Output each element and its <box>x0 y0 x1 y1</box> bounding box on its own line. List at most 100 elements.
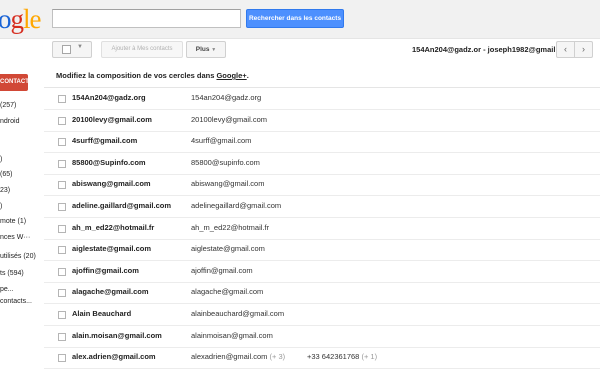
extra-emails-count: (+ 3) <box>269 352 286 362</box>
contact-email-text: abiswang@gmail.com <box>191 179 265 189</box>
contact-email-text: 85800@supinfo.com <box>191 157 260 167</box>
notice-suffix: . <box>246 71 249 80</box>
chevron-down-icon: ▼ <box>77 44 83 50</box>
contact-email: alagache@gmail.com <box>191 287 263 296</box>
contact-email-text: alainmoisan@gmail.com <box>191 330 273 340</box>
contact-name[interactable]: 154An204@gadz.org <box>72 93 146 102</box>
contact-name[interactable]: Alain Beauchard <box>72 309 131 318</box>
sidebar-item[interactable]: contacts... <box>0 298 32 305</box>
contact-row[interactable]: ajoffin@gmail.com ajoffin@gmail.com <box>44 261 600 283</box>
sidebar-item[interactable]: nces W··· <box>0 234 30 241</box>
contact-row[interactable]: 154An204@gadz.org 154an204@gadz.org <box>44 88 600 110</box>
contact-email-text: ah_m_ed22@hotmail.fr <box>191 222 270 232</box>
row-checkbox[interactable] <box>58 332 66 341</box>
account-email[interactable]: 154An204@gadz.or - joseph1982@gmail <box>412 45 555 54</box>
checkbox-icon <box>62 45 71 54</box>
row-checkbox[interactable] <box>58 138 66 147</box>
row-checkbox[interactable] <box>58 289 66 298</box>
toolbar: ▼ Ajouter à Mes contacts Plus ▼ 154An204… <box>0 38 600 62</box>
notice-text: Modifiez la composition de vos cercles d… <box>56 71 217 80</box>
contact-email-text: alainbeauchard@gmail.com <box>191 309 285 318</box>
contact-email: ajoffin@gmail.com <box>191 266 253 275</box>
contact-email-text: alagache@gmail.com <box>191 287 264 297</box>
contact-phone: +33 642361768 (+ 1) <box>307 352 377 361</box>
contact-email: 20100levy@gmail.com <box>191 115 267 124</box>
row-checkbox[interactable] <box>58 311 66 319</box>
contact-email-text: adelinegaillard@gmail.com <box>191 201 282 210</box>
sidebar-item[interactable]: mote (1) <box>0 218 26 225</box>
row-checkbox[interactable] <box>58 95 66 103</box>
contact-name[interactable]: ajoffin@gmail.com <box>72 266 139 275</box>
google-logo[interactable]: ogle <box>0 4 41 35</box>
contact-email: alainbeauchard@gmail.com <box>191 309 284 318</box>
row-checkbox[interactable] <box>58 224 66 233</box>
contact-name[interactable]: alagache@gmail.com <box>72 287 149 296</box>
contact-name[interactable]: adeline.gaillard@gmail.com <box>72 201 171 210</box>
search-input[interactable] <box>52 9 241 28</box>
row-checkbox[interactable] <box>58 246 66 255</box>
logo-letter: le <box>23 4 41 34</box>
contact-name[interactable]: abiswang@gmail.com <box>72 179 151 188</box>
logo-letter: o <box>0 4 11 34</box>
sidebar-item[interactable]: utilisés (20) <box>0 253 36 260</box>
contact-name[interactable]: 4surff@gmail.com <box>72 136 137 145</box>
contact-email: 154an204@gadz.org <box>191 93 261 102</box>
sidebar-item[interactable]: pe... <box>0 286 14 293</box>
previous-button[interactable]: ‹ <box>556 41 575 58</box>
contact-row[interactable]: 85800@Supinfo.com 85800@supinfo.com <box>44 153 600 175</box>
contact-email-text: alexadrien@gmail.com <box>191 352 268 362</box>
row-checkbox[interactable] <box>58 267 66 276</box>
contact-email-text: 154an204@gadz.org <box>191 93 262 102</box>
contact-row[interactable]: ah_m_ed22@hotmail.fr ah_m_ed22@hotmail.fr <box>44 218 600 240</box>
new-contact-button[interactable]: CONTACT <box>0 74 29 91</box>
contact-row[interactable]: alain.moisan@gmail.com alainmoisan@gmail.… <box>44 326 600 348</box>
sidebar-item[interactable]: ) <box>0 203 2 210</box>
contact-row[interactable]: alagache@gmail.com alagache@gmail.com <box>44 282 600 305</box>
contact-name[interactable]: alex.adrien@gmail.com <box>72 352 156 361</box>
contact-email: 4surff@gmail.com <box>191 136 251 145</box>
sidebar-item[interactable]: ts (594) <box>0 270 24 277</box>
contact-email-text: 20100levy@gmail.com <box>191 114 267 124</box>
contact-name[interactable]: 20100levy@gmail.com <box>72 115 152 124</box>
row-checkbox[interactable] <box>58 181 66 190</box>
next-button[interactable]: › <box>574 41 593 58</box>
contact-name[interactable]: alain.moisan@gmail.com <box>72 331 162 340</box>
contact-name[interactable]: aiglestate@gmail.com <box>72 244 151 253</box>
contact-row[interactable]: Alain Beauchard alainbeauchard@gmail.com <box>44 304 600 326</box>
search-contacts-button[interactable]: Rechercher dans les contacts <box>246 9 344 28</box>
logo-letter: g <box>10 4 24 34</box>
circles-notice: Modifiez la composition de vos cercles d… <box>56 71 249 80</box>
contact-email: abiswang@gmail.com <box>191 179 264 188</box>
sidebar-item[interactable]: ndroid <box>0 118 19 125</box>
more-button[interactable]: Plus ▼ <box>186 41 226 58</box>
contact-email: aiglestate@gmail.com <box>191 244 265 253</box>
contact-email-text: aiglestate@gmail.com <box>191 244 265 254</box>
contact-email: adelinegaillard@gmail.com <box>191 201 281 210</box>
contact-row[interactable]: 4surff@gmail.com 4surff@gmail.com <box>44 131 600 154</box>
contact-row[interactable]: abiswang@gmail.com abiswang@gmail.com <box>44 174 600 197</box>
contact-phone-text: +33 642361768 <box>307 352 360 362</box>
contact-row[interactable]: aiglestate@gmail.com aiglestate@gmail.com <box>44 239 600 262</box>
row-checkbox[interactable] <box>58 116 66 125</box>
contact-name[interactable]: ah_m_ed22@hotmail.fr <box>72 223 154 232</box>
contact-row[interactable]: 20100levy@gmail.com 20100levy@gmail.com <box>44 110 600 132</box>
sidebar-item[interactable]: (257) <box>0 102 16 109</box>
contact-name[interactable]: 85800@Supinfo.com <box>72 158 146 167</box>
google-plus-link[interactable]: Google+ <box>216 71 246 80</box>
row-checkbox[interactable] <box>58 354 66 363</box>
select-checkbox-button[interactable]: ▼ <box>52 41 92 58</box>
row-checkbox[interactable] <box>58 203 66 211</box>
add-to-my-contacts-button[interactable]: Ajouter à Mes contacts <box>101 41 183 58</box>
sidebar-item[interactable]: ) <box>0 156 2 163</box>
contact-email: 85800@supinfo.com <box>191 158 260 167</box>
contact-row[interactable]: alex.adrien@gmail.com alexadrien@gmail.co… <box>44 347 600 370</box>
contact-email: alexadrien@gmail.com (+ 3) <box>191 352 285 361</box>
chevron-down-icon: ▼ <box>211 47 217 53</box>
sidebar-item[interactable]: 23) <box>0 187 10 194</box>
contact-email-text: 4surff@gmail.com <box>191 136 252 146</box>
row-checkbox[interactable] <box>58 159 66 168</box>
contact-row[interactable]: adeline.gaillard@gmail.com adelinegaillar… <box>44 196 600 218</box>
sidebar-item[interactable]: (65) <box>0 171 12 178</box>
top-bar: ogle Rechercher dans les contacts <box>0 0 600 39</box>
contact-email-text: ajoffin@gmail.com <box>191 265 253 275</box>
